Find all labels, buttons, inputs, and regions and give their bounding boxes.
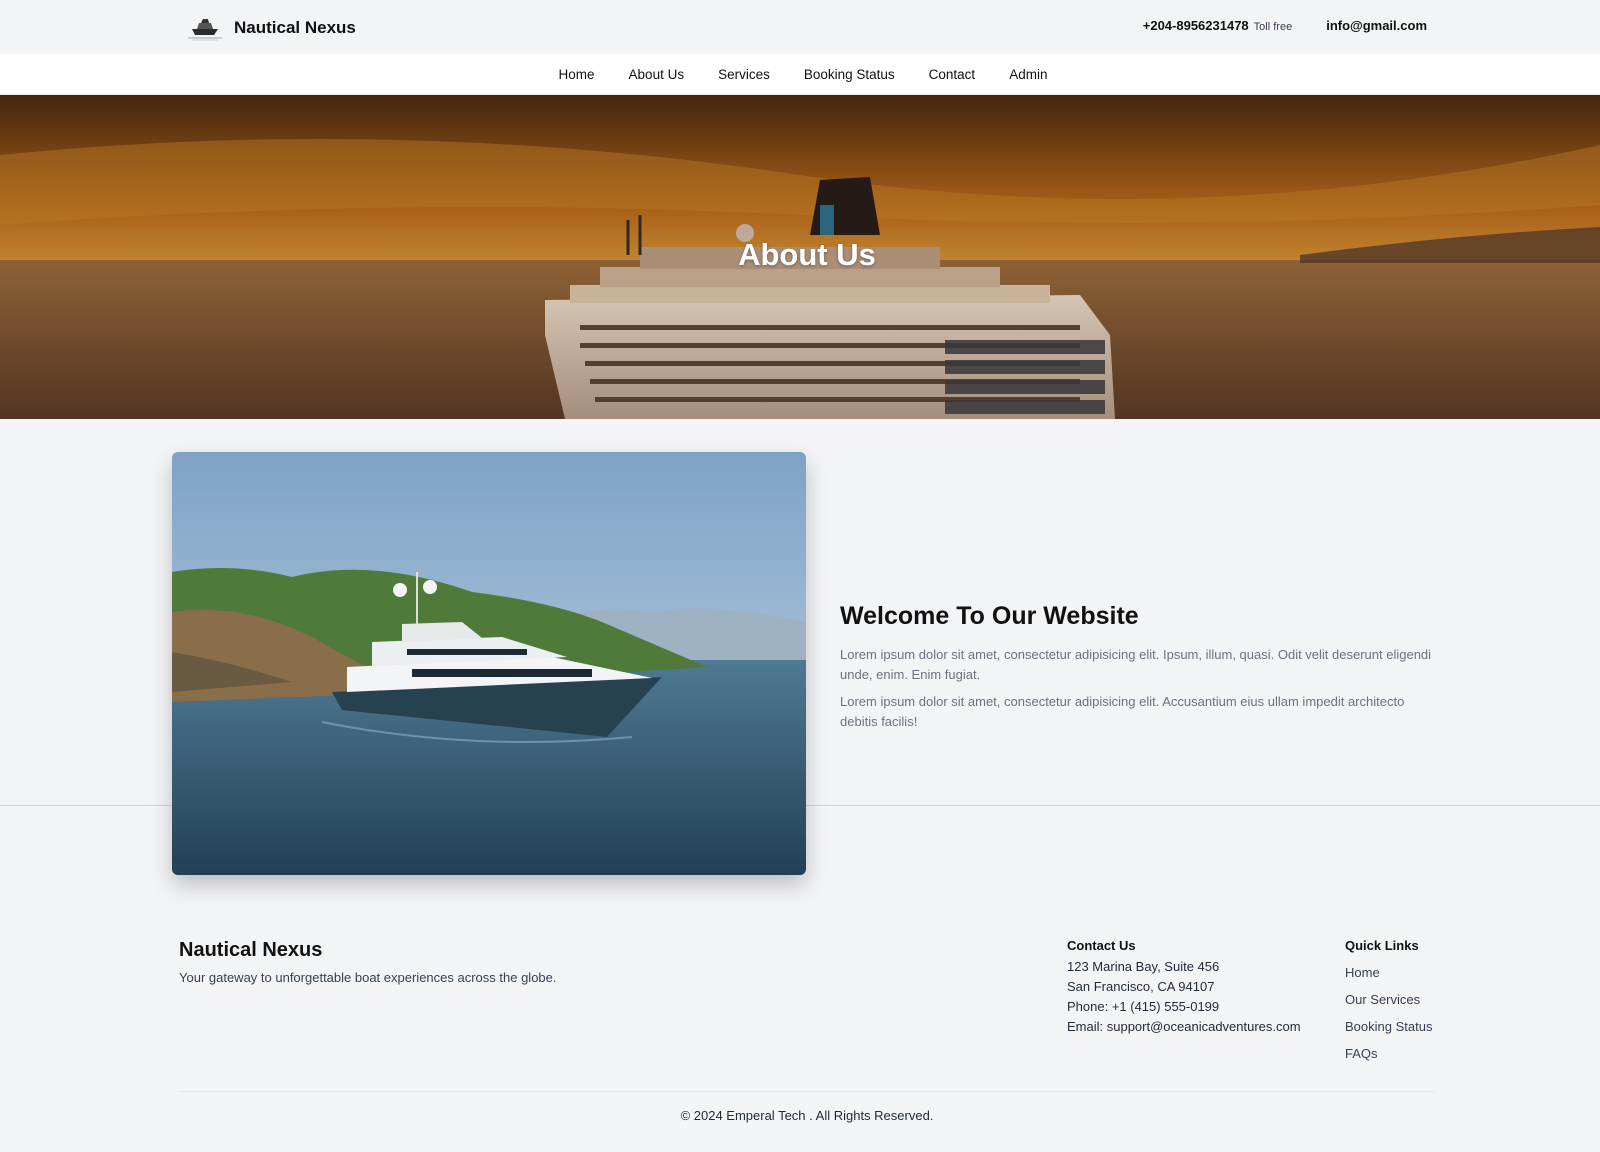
footer-links-title: Quick Links bbox=[1345, 938, 1419, 953]
top-contact: +204-8956231478 Toll free info@gmail.com bbox=[1143, 18, 1427, 33]
footer-link-booking-status[interactable]: Booking Status bbox=[1345, 1013, 1432, 1040]
nav-item-booking-status[interactable]: Booking Status bbox=[804, 67, 895, 82]
about-text-block: Welcome To Our Website Lorem ipsum dolor… bbox=[840, 602, 1440, 739]
footer-city-line: San Francisco, CA 94107 bbox=[1067, 979, 1215, 994]
about-paragraph: Lorem ipsum dolor sit amet, consectetur … bbox=[840, 694, 1405, 729]
toll-free-label: Toll free bbox=[1253, 21, 1293, 33]
footer-divider bbox=[179, 1091, 1435, 1092]
about-paragraph: Lorem ipsum dolor sit amet, consectetur … bbox=[840, 647, 1432, 682]
footer-contact-title: Contact Us bbox=[1067, 938, 1136, 953]
nav-item-services[interactable]: Services bbox=[718, 67, 770, 82]
top-email[interactable]: info@gmail.com bbox=[1326, 18, 1427, 33]
footer-phone-line[interactable]: Phone: +1 (415) 555-0199 bbox=[1067, 997, 1301, 1017]
footer-email-line[interactable]: Email: support@oceanicadventures.com bbox=[1067, 1017, 1301, 1037]
nav-item-contact[interactable]: Contact bbox=[929, 67, 976, 82]
top-bar: Nautical Nexus +204-8956231478 Toll free… bbox=[0, 0, 1600, 54]
brand[interactable]: Nautical Nexus bbox=[184, 12, 356, 44]
nav-item-about-us[interactable]: About Us bbox=[629, 67, 685, 82]
footer-contact: Contact Us 123 Marina Bay, Suite 456 San… bbox=[1067, 938, 1301, 1037]
nav-item-admin[interactable]: Admin bbox=[1009, 67, 1047, 82]
about-yacht-image bbox=[172, 452, 806, 875]
footer-quick-links: Quick Links Home Our Services Booking St… bbox=[1345, 938, 1432, 1067]
nav-item-home[interactable]: Home bbox=[559, 67, 595, 82]
hero-banner: About Us bbox=[0, 95, 1600, 419]
about-heading: Welcome To Our Website bbox=[840, 602, 1139, 630]
hero-title: About Us bbox=[738, 237, 876, 272]
copyright-text: © 2024 Emperal Tech . All Rights Reserve… bbox=[680, 1108, 934, 1123]
footer-brand-name: Nautical Nexus bbox=[179, 939, 323, 961]
main-nav: Home About Us Services Booking Status Co… bbox=[0, 54, 1600, 95]
footer-link-home[interactable]: Home bbox=[1345, 959, 1432, 986]
footer-brand: Nautical Nexus Your gateway to unforgett… bbox=[179, 939, 557, 985]
ship-logo-icon bbox=[188, 19, 222, 41]
footer-link-our-services[interactable]: Our Services bbox=[1345, 986, 1432, 1013]
brand-name: Nautical Nexus bbox=[234, 18, 356, 37]
footer-link-faqs[interactable]: FAQs bbox=[1345, 1040, 1432, 1067]
footer-tagline: Your gateway to unforgettable boat exper… bbox=[179, 970, 557, 985]
footer-address-line: 123 Marina Bay, Suite 456 bbox=[1067, 959, 1220, 974]
phone-number[interactable]: +204-8956231478 bbox=[1143, 18, 1249, 33]
